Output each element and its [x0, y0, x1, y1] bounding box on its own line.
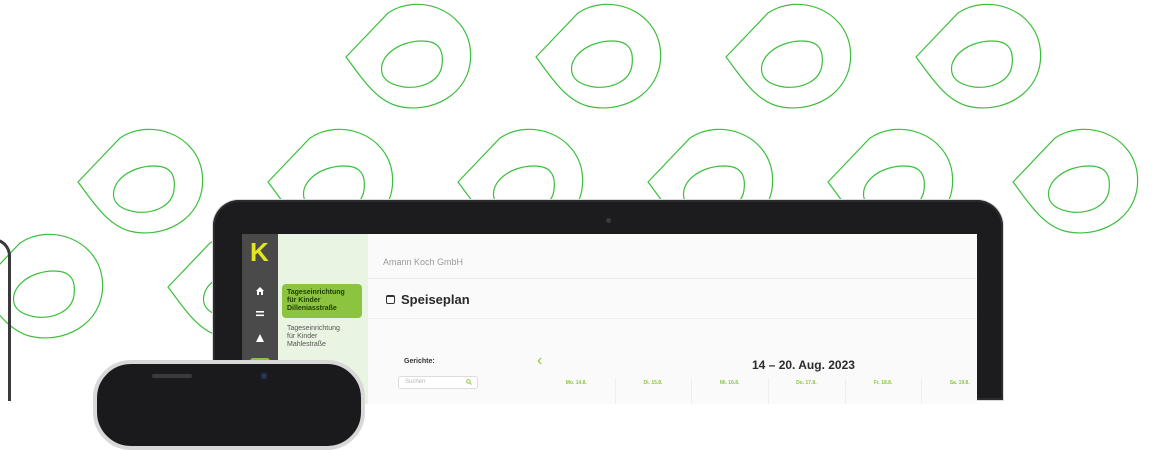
phone-camera-icon	[261, 373, 267, 379]
calendar-icon	[386, 295, 395, 304]
phone-frame	[93, 360, 365, 450]
app-logo: K	[250, 237, 269, 267]
chart-icon[interactable]	[253, 331, 267, 345]
leaf-shape	[77, 128, 204, 234]
main-content: Amann Koch GmbH Speiseplan Gerichte: Suc…	[368, 234, 977, 404]
dishes-label: Gerichte:	[404, 358, 435, 365]
day-header: Do. 17.8.	[768, 378, 845, 404]
day-header: Di. 15.8.	[614, 378, 692, 404]
day-header: Mo. 14.8.	[565, 380, 587, 386]
nav-item-dilleniasstrasse[interactable]: Tageseinrichtung für Kinder Dilleniasstr…	[282, 284, 362, 318]
week-label: 14 – 20. Aug. 2023	[752, 358, 855, 372]
nav-item-label: für Kinder	[287, 333, 318, 340]
prev-week-button[interactable]: ‹	[537, 352, 542, 370]
section-divider	[368, 318, 977, 319]
leaf-shape	[345, 3, 472, 109]
leaf-shape	[0, 233, 104, 339]
nav-item-label: Tageseinrichtung	[287, 325, 340, 332]
nav-item-label: Dilleniasstraße	[287, 305, 337, 312]
leaf-shape	[725, 3, 852, 109]
search-icon[interactable]	[466, 379, 472, 385]
header-divider	[368, 278, 977, 279]
search-placeholder: Suchen	[405, 379, 426, 385]
leaf-shape	[1012, 128, 1139, 234]
search-input[interactable]: Suchen	[398, 376, 478, 389]
leaf-shape	[915, 3, 1042, 109]
page-title: Speiseplan	[401, 292, 470, 307]
phone-speaker	[152, 374, 192, 378]
day-header: Sa. 19.8.	[921, 378, 977, 404]
nav-item-mahlestrasse[interactable]: Tageseinrichtung für Kinder Mahlestraße	[282, 320, 362, 354]
device-edge	[0, 238, 11, 401]
nav-item-label: für Kinder	[287, 297, 321, 304]
home-icon[interactable]	[253, 284, 267, 298]
leaf-shape	[535, 3, 662, 109]
page-header: Speiseplan	[386, 292, 470, 307]
day-header: Fr. 18.8.	[844, 378, 922, 404]
day-headers: Mo. 14.8. Di. 15.8. Mi. 16.8. Do. 17.8. …	[538, 378, 977, 404]
company-name: Amann Koch GmbH	[383, 257, 464, 267]
day-header: Mi. 16.8.	[691, 378, 768, 404]
camera-icon	[606, 218, 611, 223]
nav-item-label: Mahlestraße	[287, 341, 326, 348]
menu-icon[interactable]	[253, 307, 267, 321]
nav-item-label: Tageseinrichtung	[287, 289, 345, 296]
